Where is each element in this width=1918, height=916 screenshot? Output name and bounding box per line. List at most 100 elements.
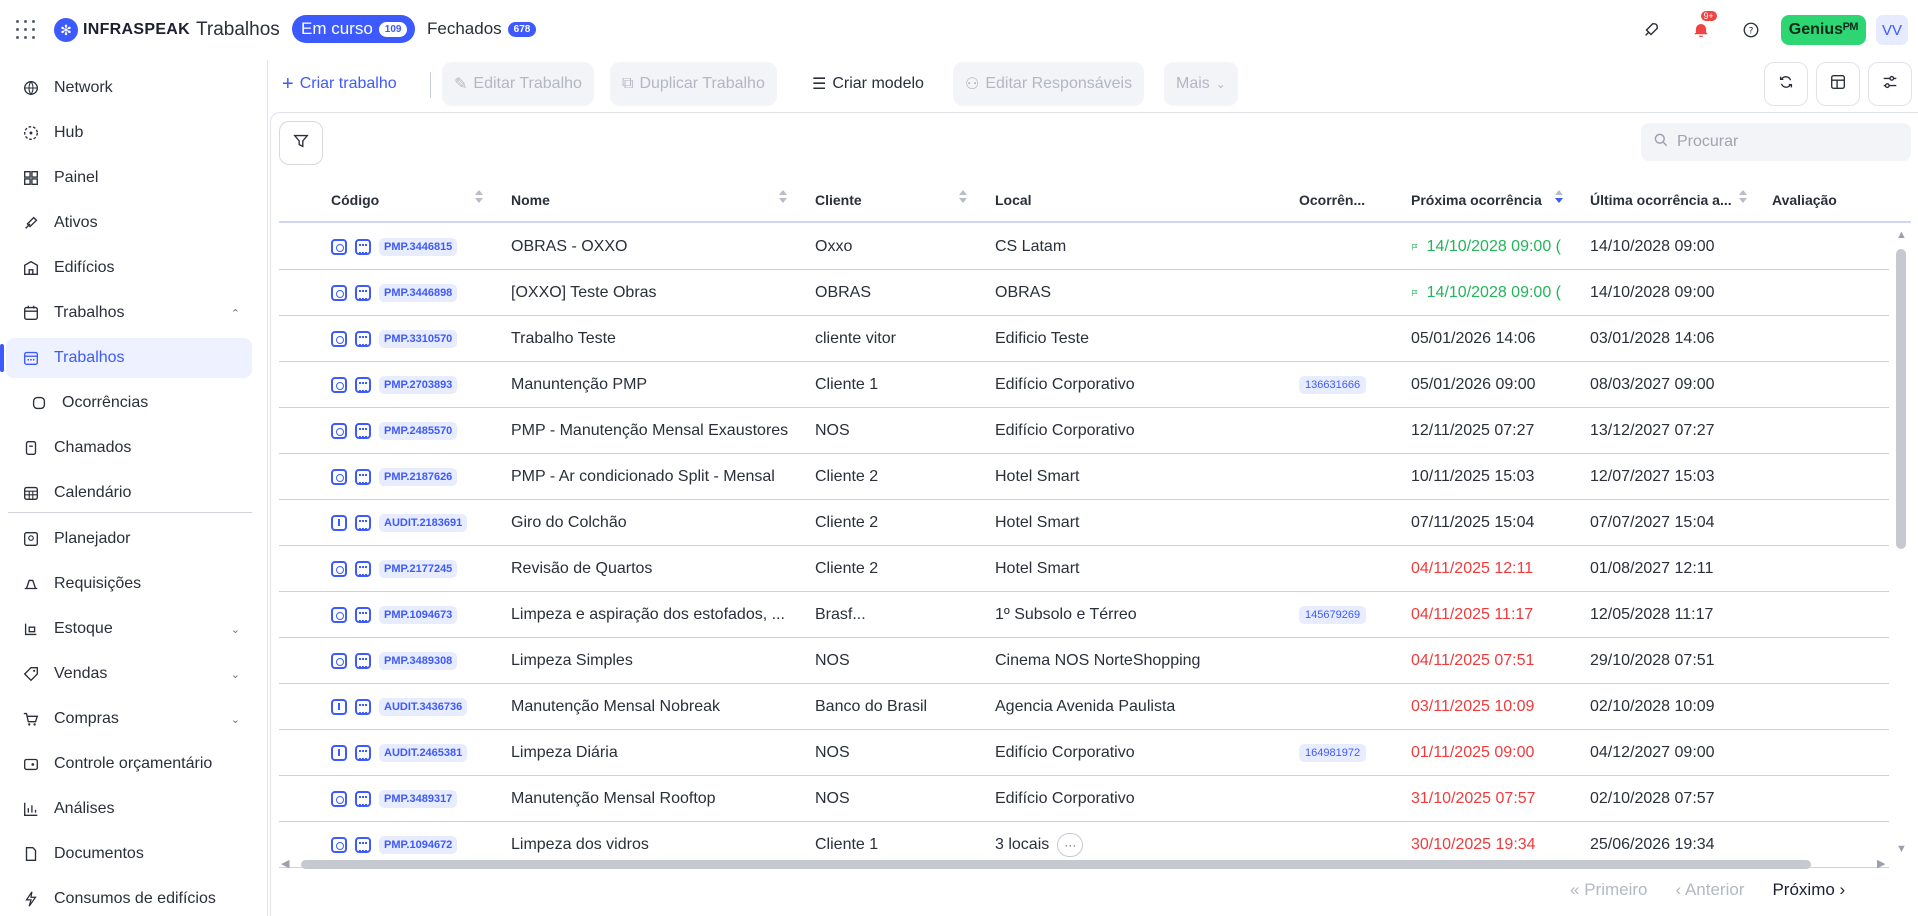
create-job-button[interactable]: + Criar trabalho bbox=[270, 62, 409, 106]
previous-page-button[interactable]: ‹ Anterior bbox=[1675, 880, 1744, 900]
brand-logo[interactable]: ✻ INFRASPEAK bbox=[54, 18, 190, 42]
table-row[interactable]: PMP.3446815 OBRAS - OXXO Oxxo CS Latam 14/10… bbox=[279, 224, 1889, 270]
chevron-down-icon[interactable]: ⌄ bbox=[231, 668, 240, 681]
scrollbar-thumb[interactable] bbox=[301, 860, 1811, 869]
layout-button[interactable] bbox=[1816, 62, 1860, 106]
sidebar-item-edificios[interactable]: Edifícios bbox=[6, 248, 252, 288]
sidebar-item-controle-orcamentario[interactable]: Controle orçamentário bbox=[6, 744, 252, 784]
more-locations-button[interactable]: ··· bbox=[1057, 833, 1084, 857]
sidebar-item-hub[interactable]: Hub bbox=[6, 113, 252, 153]
column-header-codigo[interactable]: Código bbox=[331, 177, 379, 223]
column-header-local[interactable]: Local bbox=[995, 177, 1032, 223]
next-page-button[interactable]: Próximo › bbox=[1772, 880, 1845, 900]
code-badge[interactable]: PMP.2703893 bbox=[379, 376, 458, 394]
table-row[interactable]: PMP.3310570 Trabalho Teste cliente vitor Ed… bbox=[279, 316, 1889, 362]
code-badge[interactable]: PMP.2187626 bbox=[379, 468, 458, 486]
sort-desc-icon[interactable] bbox=[1555, 190, 1563, 203]
scroll-up-icon[interactable]: ▲ bbox=[1896, 229, 1907, 241]
occurrence-badge[interactable]: 136631666 bbox=[1299, 376, 1367, 394]
table-row[interactable]: PMP.3489317 Manutenção Mensal Rooftop NOS E… bbox=[279, 776, 1889, 822]
table-row[interactable]: PMP.2485570 PMP - Manutenção Mensal Exaus… bbox=[279, 408, 1889, 454]
table-row[interactable]: AUDIT.2465381 Limpeza Diária NOS Edifício C… bbox=[279, 730, 1889, 776]
table-row[interactable]: AUDIT.3436736 Manutenção Mensal Nobreak Ba… bbox=[279, 684, 1889, 730]
sidebar-item-consumos[interactable]: Consumos de edifícios bbox=[6, 879, 252, 916]
duplicate-job-button[interactable]: ⧉ Duplicar Trabalho bbox=[610, 62, 777, 106]
sidebar-item-trabalhos[interactable]: Trabalhos bbox=[0, 338, 252, 378]
code-badge[interactable]: PMP.1094672 bbox=[379, 836, 458, 854]
column-header-ultima-ocorrencia[interactable]: Última ocorrência a... bbox=[1590, 177, 1732, 223]
scroll-down-icon[interactable]: ▼ bbox=[1896, 843, 1907, 855]
table-row[interactable]: PMP.3489308 Limpeza Simples NOS Cinema NOS … bbox=[279, 638, 1889, 684]
first-page-button[interactable]: « Primeiro bbox=[1570, 880, 1647, 900]
tab-fechados[interactable]: Fechados 678 bbox=[418, 15, 544, 43]
bell-icon[interactable]: 9+ bbox=[1681, 11, 1721, 47]
sidebar-item-network[interactable]: Network bbox=[6, 68, 252, 108]
code-badge[interactable]: AUDIT.2465381 bbox=[379, 744, 468, 762]
sidebar-item-chamados[interactable]: Chamados bbox=[6, 428, 252, 468]
scroll-right-icon[interactable]: ▶ bbox=[1877, 857, 1885, 870]
sidebar-item-trabalhos-group[interactable]: Trabalhos ⌃ bbox=[6, 293, 252, 333]
code-badge[interactable]: PMP.3310570 bbox=[379, 330, 458, 348]
sidebar-item-planejador[interactable]: Planejador bbox=[6, 519, 252, 559]
settings-sliders-button[interactable] bbox=[1868, 62, 1912, 106]
chevron-up-icon[interactable]: ⌃ bbox=[231, 307, 240, 320]
occurrence-badge[interactable]: 164981972 bbox=[1299, 744, 1367, 762]
sidebar-item-ocorrencias[interactable]: Ocorrências bbox=[6, 383, 252, 423]
sidebar-item-analises[interactable]: Análises bbox=[6, 789, 252, 829]
column-header-proxima-ocorrencia[interactable]: Próxima ocorrência bbox=[1411, 177, 1542, 223]
tab-em-curso[interactable]: Em curso 109 bbox=[292, 15, 416, 43]
code-badge[interactable]: PMP.1094673 bbox=[379, 606, 458, 624]
sidebar-item-documentos[interactable]: Documentos bbox=[6, 834, 252, 874]
table-row[interactable]: PMP.2187626 PMP - Ar condicionado Split -… bbox=[279, 454, 1889, 500]
chevron-down-icon[interactable]: ⌄ bbox=[231, 713, 240, 726]
more-button[interactable]: Mais ⌄ bbox=[1164, 62, 1238, 106]
sidebar-item-vendas[interactable]: Vendas ⌄ bbox=[6, 654, 252, 694]
search-box[interactable] bbox=[1641, 123, 1911, 161]
sidebar-item-estoque[interactable]: Estoque ⌄ bbox=[6, 609, 252, 649]
building-icon bbox=[20, 257, 42, 279]
filter-button[interactable] bbox=[279, 121, 323, 165]
search-input[interactable] bbox=[1677, 133, 1897, 151]
table-row[interactable]: PMP.2177245 Revisão de Quartos Cliente 2 Ho… bbox=[279, 546, 1889, 592]
vertical-scrollbar[interactable]: ▲ ▼ bbox=[1894, 229, 1908, 859]
column-header-ocorrencias[interactable]: Ocorrên... bbox=[1299, 177, 1365, 223]
column-header-avaliacao[interactable]: Avaliação bbox=[1772, 177, 1837, 223]
code-badge[interactable]: PMP.3446898 bbox=[379, 284, 458, 302]
code-badge[interactable]: PMP.3489317 bbox=[379, 790, 458, 808]
column-header-nome[interactable]: Nome bbox=[511, 177, 550, 223]
rocket-icon[interactable] bbox=[1631, 13, 1671, 47]
chevron-down-icon[interactable]: ⌄ bbox=[231, 623, 240, 636]
sort-icon[interactable] bbox=[1739, 190, 1747, 203]
edit-assignees-button[interactable]: ⚇ Editar Responsáveis bbox=[953, 62, 1145, 106]
code-badge[interactable]: PMP.3489308 bbox=[379, 652, 458, 670]
code-badge[interactable]: PMP.2485570 bbox=[379, 422, 458, 440]
occurrence-badge[interactable]: 145679269 bbox=[1299, 606, 1367, 624]
code-badge[interactable]: PMP.3446815 bbox=[379, 238, 458, 256]
scroll-left-icon[interactable]: ◀ bbox=[281, 857, 289, 870]
edit-job-button[interactable]: ✎ Editar Trabalho bbox=[442, 62, 594, 106]
sort-icon[interactable] bbox=[959, 190, 967, 203]
refresh-button[interactable] bbox=[1764, 62, 1808, 106]
table-row[interactable]: PMP.1094673 Limpeza e aspiração dos estof… bbox=[279, 592, 1889, 638]
column-header-cliente[interactable]: Cliente bbox=[815, 177, 862, 223]
code-badge[interactable]: PMP.2177245 bbox=[379, 560, 458, 578]
sort-icon[interactable] bbox=[475, 190, 483, 203]
sort-icon[interactable] bbox=[779, 190, 787, 203]
table-row[interactable]: PMP.2703893 Manuntenção PMP Cliente 1 Edifí… bbox=[279, 362, 1889, 408]
scrollbar-thumb[interactable] bbox=[1896, 249, 1906, 549]
sidebar-item-ativos[interactable]: Ativos bbox=[6, 203, 252, 243]
create-template-button[interactable]: ☰ Criar modelo bbox=[800, 62, 936, 106]
sidebar-item-calendario[interactable]: Calendário bbox=[6, 473, 252, 513]
table-row[interactable]: PMP.3446898 [OXXO] Teste Obras OBRAS OBRAS 1… bbox=[279, 270, 1889, 316]
horizontal-scrollbar[interactable]: ◀ ▶ bbox=[281, 857, 1891, 871]
apps-grid-icon[interactable] bbox=[16, 20, 36, 40]
sidebar-item-compras[interactable]: Compras ⌄ bbox=[6, 699, 252, 739]
sidebar-item-painel[interactable]: Painel bbox=[6, 158, 252, 198]
sidebar-item-requisicoes[interactable]: Requisições bbox=[6, 564, 252, 604]
avatar[interactable]: VV bbox=[1876, 15, 1908, 45]
genius-button[interactable]: Geniusᴾᴹ bbox=[1780, 15, 1866, 45]
code-badge[interactable]: AUDIT.2183691 bbox=[379, 514, 468, 532]
code-badge[interactable]: AUDIT.3436736 bbox=[379, 698, 468, 716]
help-icon[interactable]: ? bbox=[1731, 13, 1771, 47]
table-row[interactable]: AUDIT.2183691 Giro do Colchão Cliente 2 Hot… bbox=[279, 500, 1889, 546]
